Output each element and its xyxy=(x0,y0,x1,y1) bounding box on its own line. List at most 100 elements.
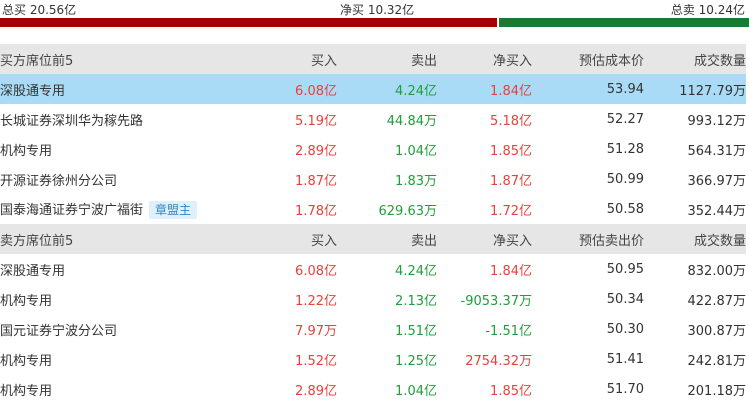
buy-amount: 7.97万 xyxy=(295,323,337,339)
sell-amount: 2.13亿 xyxy=(395,293,437,309)
seat-name[interactable]: 国泰海通证券宁波广福街 xyxy=(0,203,143,218)
buy-sell-ratio-bar xyxy=(0,18,749,27)
buy-amount: 1.52亿 xyxy=(295,353,337,369)
volume-amount: 832.00万 xyxy=(687,263,747,279)
summary-bar: 总买 20.56亿 净买 10.32亿 总卖 10.24亿 xyxy=(0,0,749,18)
buy-amount: 6.08亿 xyxy=(295,263,337,279)
est-price: 51.41 xyxy=(606,351,644,367)
header-est-sell-price[interactable]: 预估卖出价 xyxy=(532,224,644,254)
est-price: 50.95 xyxy=(606,261,644,277)
sell-amount: 1.83万 xyxy=(395,173,437,189)
sell-amount: 629.63万 xyxy=(378,203,438,219)
net-buy-amount: -9053.37万 xyxy=(460,293,532,309)
volume-amount: 993.12万 xyxy=(687,113,747,129)
seat-name[interactable]: 深股通专用 xyxy=(0,264,65,279)
sell-amount: 4.24亿 xyxy=(395,263,437,279)
trading-seats-table: 买方席位前5 买入 卖出 净买入 预估成本价 成交数量 深股通专用 6.08亿 4.… xyxy=(0,44,746,404)
net-buy-amount: 1.84亿 xyxy=(490,263,532,279)
buy-header-row: 买方席位前5 买入 卖出 净买入 预估成本价 成交数量 xyxy=(0,44,746,74)
sell-header-row: 卖方席位前5 买入 卖出 净买入 预估卖出价 成交数量 xyxy=(0,224,746,254)
est-price: 50.58 xyxy=(606,201,644,217)
volume-amount: 564.31万 xyxy=(687,143,747,159)
table-row[interactable]: 深股通专用 6.08亿 4.24亿 1.84亿 50.95 832.00万 xyxy=(0,254,746,284)
seat-name[interactable]: 长城证券深圳华为稼先路 xyxy=(0,114,143,129)
buy-amount: 1.87亿 xyxy=(295,173,337,189)
seat-name-cell[interactable]: 开源证券徐州分公司 xyxy=(0,164,225,194)
seat-name-cell[interactable]: 深股通专用 xyxy=(0,74,225,104)
table-row[interactable]: 国元证券宁波分公司 7.97万 1.51亿 -1.51亿 50.30 300.87万 xyxy=(0,314,746,344)
volume-amount: 366.97万 xyxy=(687,173,747,189)
est-price: 53.94 xyxy=(606,81,644,97)
investor-tag-badge[interactable]: 章盟主 xyxy=(149,201,198,220)
seat-name-cell[interactable]: 机构专用 xyxy=(0,374,225,404)
seat-name[interactable]: 机构专用 xyxy=(0,354,52,369)
seat-name[interactable]: 机构专用 xyxy=(0,384,52,399)
sell-header-title: 卖方席位前5 xyxy=(0,233,74,249)
header-buy[interactable]: 买入 xyxy=(225,44,337,74)
table-row[interactable]: 国泰海通证券宁波广福街 章盟主 1.78亿 629.63万 1.72亿 50.58 352.… xyxy=(0,194,746,224)
volume-amount: 242.81万 xyxy=(687,353,747,369)
table-row[interactable]: 开源证券徐州分公司 1.87亿 1.83万 1.87亿 50.99 366.97万 xyxy=(0,164,746,194)
total-sell-label: 总卖 10.24亿 xyxy=(670,3,745,17)
net-buy-amount: 5.18亿 xyxy=(490,113,532,129)
net-buy-amount: 1.87亿 xyxy=(490,173,532,189)
net-buy-label: 净买 10.32亿 xyxy=(340,3,415,17)
header-sell[interactable]: 卖出 xyxy=(337,224,437,254)
header-volume[interactable]: 成交数量 xyxy=(644,224,746,254)
seat-name-cell[interactable]: 长城证券深圳华为稼先路 xyxy=(0,104,225,134)
est-price: 51.70 xyxy=(606,381,644,397)
header-buy[interactable]: 买入 xyxy=(225,224,337,254)
table-row[interactable]: 机构专用 2.89亿 1.04亿 1.85亿 51.70 201.18万 xyxy=(0,374,746,404)
header-net-buy[interactable]: 净买入 xyxy=(437,224,532,254)
header-net-buy[interactable]: 净买入 xyxy=(437,44,532,74)
est-price: 50.30 xyxy=(606,321,644,337)
seat-name-cell[interactable]: 机构专用 xyxy=(0,344,225,374)
sell-ratio-fill xyxy=(499,18,749,27)
buy-ratio-fill xyxy=(0,18,497,27)
sell-amount: 1.04亿 xyxy=(395,383,437,399)
total-buy-label: 总买 20.56亿 xyxy=(2,3,77,17)
net-buy-amount: 2754.32万 xyxy=(465,353,532,369)
seat-name[interactable]: 开源证券徐州分公司 xyxy=(0,174,117,189)
buy-amount: 2.89亿 xyxy=(295,143,337,159)
net-buy-amount: 1.84亿 xyxy=(490,83,532,99)
seat-name-cell[interactable]: 机构专用 xyxy=(0,134,225,164)
buy-amount: 2.89亿 xyxy=(295,383,337,399)
net-buy-amount: -1.51亿 xyxy=(485,323,532,339)
table-row[interactable]: 机构专用 1.22亿 2.13亿 -9053.37万 50.34 422.87万 xyxy=(0,284,746,314)
buy-amount: 1.78亿 xyxy=(295,203,337,219)
sell-amount: 1.51亿 xyxy=(395,323,437,339)
sell-amount: 44.84万 xyxy=(386,113,437,129)
header-volume[interactable]: 成交数量 xyxy=(644,44,746,74)
table-row[interactable]: 机构专用 2.89亿 1.04亿 1.85亿 51.28 564.31万 xyxy=(0,134,746,164)
sell-amount: 1.04亿 xyxy=(395,143,437,159)
sell-amount: 1.25亿 xyxy=(395,353,437,369)
est-price: 50.99 xyxy=(606,171,644,187)
buy-header-title: 买方席位前5 xyxy=(0,53,74,69)
net-buy-amount: 1.85亿 xyxy=(490,143,532,159)
seat-name-cell[interactable]: 国元证券宁波分公司 xyxy=(0,314,225,344)
sell-amount: 4.24亿 xyxy=(395,83,437,99)
seat-name-cell[interactable]: 国泰海通证券宁波广福街 章盟主 xyxy=(0,194,225,224)
seat-name-cell[interactable]: 深股通专用 xyxy=(0,254,225,284)
seat-name[interactable]: 国元证券宁波分公司 xyxy=(0,324,117,339)
buy-amount: 1.22亿 xyxy=(295,293,337,309)
net-buy-amount: 1.72亿 xyxy=(490,203,532,219)
buy-amount: 6.08亿 xyxy=(295,83,337,99)
net-buy-amount: 1.85亿 xyxy=(490,383,532,399)
seat-name[interactable]: 机构专用 xyxy=(0,144,52,159)
seat-name[interactable]: 深股通专用 xyxy=(0,84,65,99)
table-row[interactable]: 深股通专用 6.08亿 4.24亿 1.84亿 53.94 1127.79万 xyxy=(0,74,746,104)
table-row[interactable]: 长城证券深圳华为稼先路 5.19亿 44.84万 5.18亿 52.27 993.12万 xyxy=(0,104,746,134)
volume-amount: 422.87万 xyxy=(687,293,747,309)
seat-name[interactable]: 机构专用 xyxy=(0,294,52,309)
seat-name-cell[interactable]: 机构专用 xyxy=(0,284,225,314)
header-est-cost[interactable]: 预估成本价 xyxy=(532,44,644,74)
buy-amount: 5.19亿 xyxy=(295,113,337,129)
volume-amount: 300.87万 xyxy=(687,323,747,339)
table-row[interactable]: 机构专用 1.52亿 1.25亿 2754.32万 51.41 242.81万 xyxy=(0,344,746,374)
est-price: 51.28 xyxy=(606,141,644,157)
volume-amount: 201.18万 xyxy=(687,383,747,399)
header-sell[interactable]: 卖出 xyxy=(337,44,437,74)
est-price: 52.27 xyxy=(606,111,644,127)
